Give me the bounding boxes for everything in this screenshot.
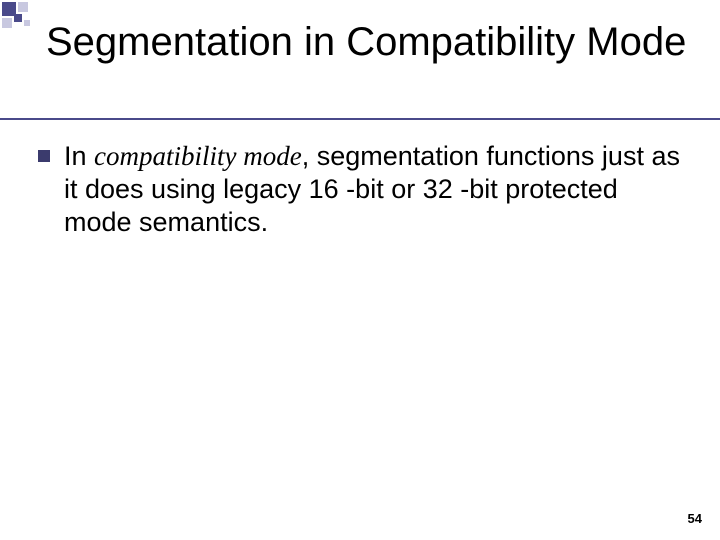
bullet-text: In compatibility mode, segmentation func… (64, 140, 690, 239)
square-bullet-icon (38, 150, 50, 162)
page-number: 54 (688, 511, 702, 526)
corner-decoration (0, 0, 40, 40)
slide: Segmentation in Compatibility Mode In co… (0, 0, 720, 540)
title-underline (0, 118, 720, 120)
slide-title: Segmentation in Compatibility Mode (46, 20, 700, 64)
bullet-prefix: In (64, 141, 94, 171)
bullet-italic: compatibility mode (94, 141, 302, 171)
slide-body: In compatibility mode, segmentation func… (38, 140, 690, 239)
bullet-item: In compatibility mode, segmentation func… (38, 140, 690, 239)
